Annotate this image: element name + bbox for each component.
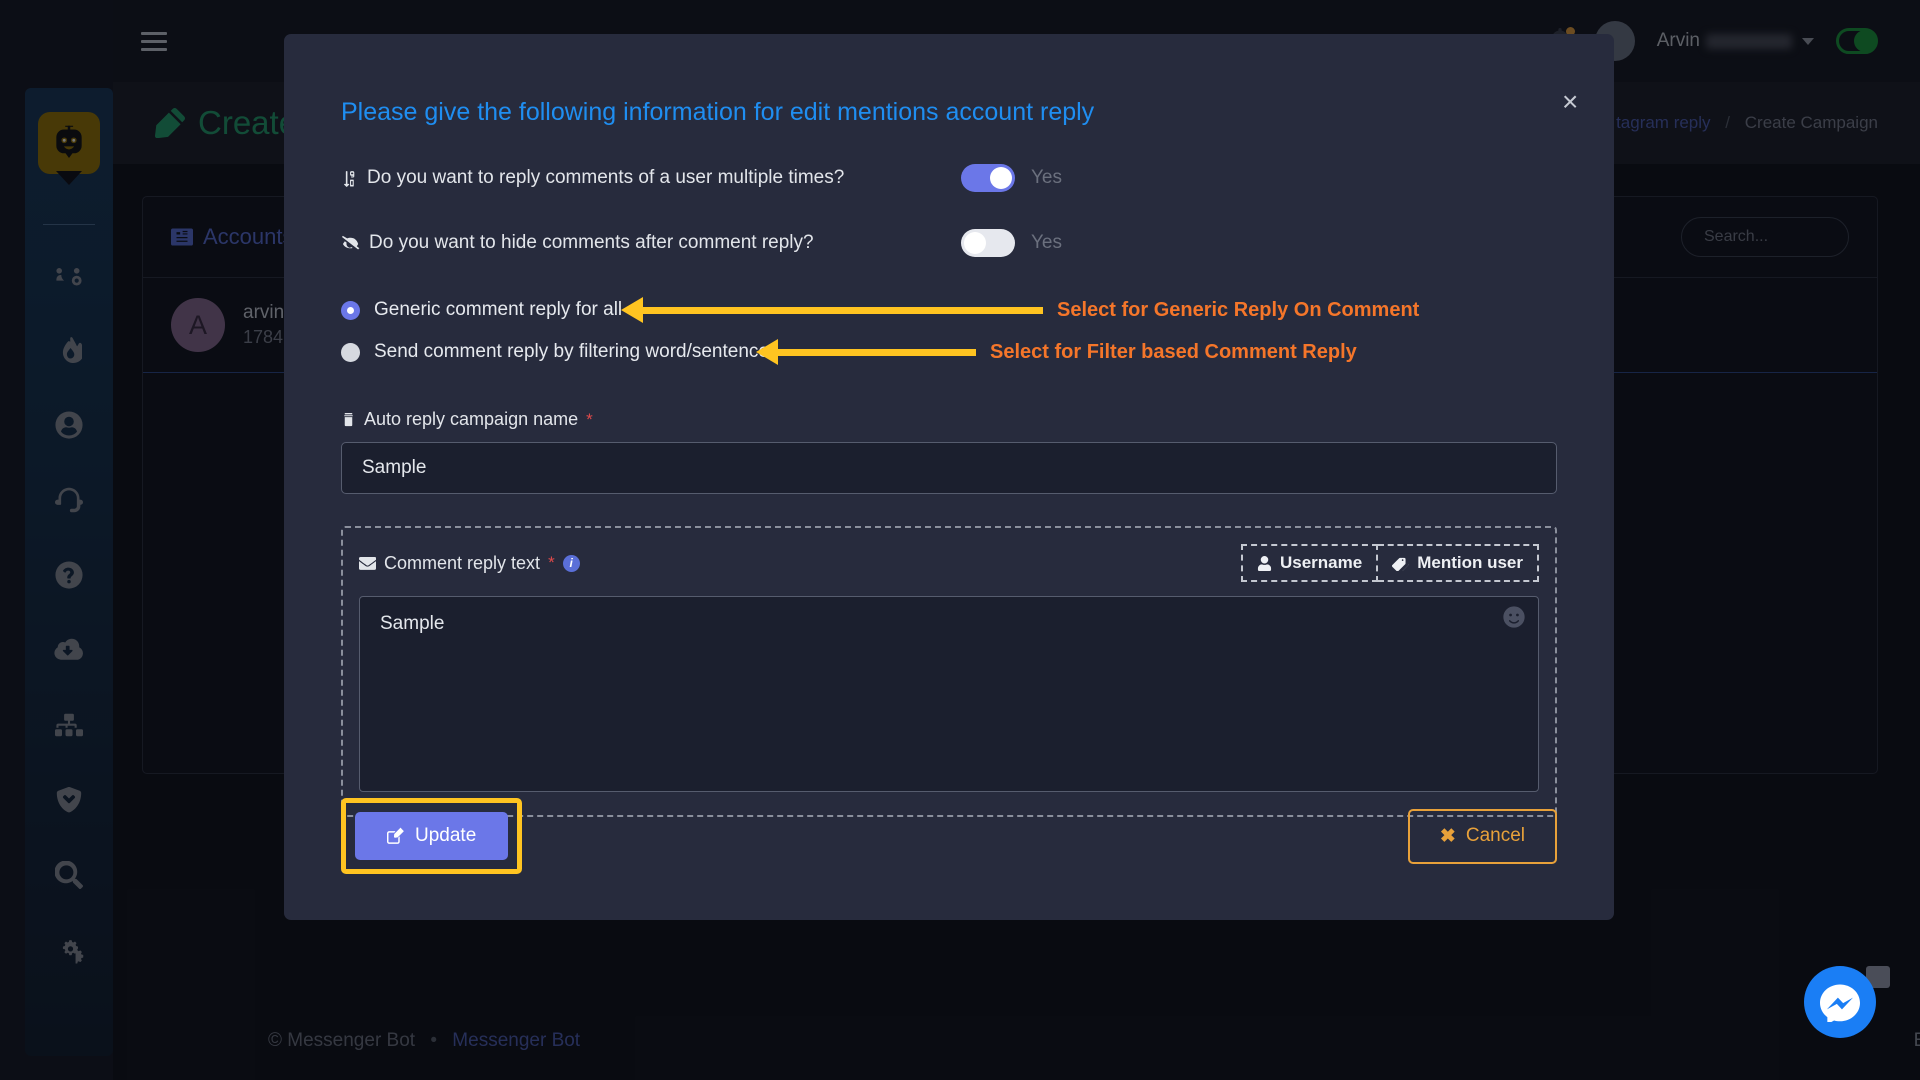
eye-slash-icon xyxy=(342,235,360,249)
question-label-text: Do you want to hide comments after comme… xyxy=(369,232,814,253)
annotation-arrow xyxy=(621,297,1043,323)
annotation-generic: Select for Generic Reply On Comment xyxy=(621,297,1419,323)
question-row-hide-comments: Do you want to hide comments after comme… xyxy=(341,229,1557,257)
radio-label: Generic comment reply for all xyxy=(374,299,623,320)
toggle-hide-comments[interactable] xyxy=(961,229,1015,257)
update-button-highlight: Update xyxy=(341,798,523,874)
annotation-text: Select for Filter based Comment Reply xyxy=(990,340,1357,363)
question-label: Do you want to hide comments after comme… xyxy=(341,232,961,254)
app-root: Create tagram reply / Create Campaign Ac… xyxy=(0,0,1920,1080)
envelope-icon xyxy=(359,556,376,570)
comment-reply-textarea-wrap: Sample xyxy=(359,596,1539,797)
comment-reply-textarea[interactable]: Sample xyxy=(359,596,1539,792)
times-icon: ✖ xyxy=(1439,825,1456,847)
required-mark: * xyxy=(586,409,593,429)
annotation-filter: Select for Filter based Comment Reply xyxy=(756,339,1357,365)
annotation-arrow xyxy=(756,339,976,365)
comment-reply-label: Comment reply text * i xyxy=(359,553,580,574)
tag-icon xyxy=(1392,557,1410,571)
sort-numeric-down-icon xyxy=(344,170,355,187)
insert-username-button[interactable]: Username xyxy=(1240,544,1379,582)
edit-icon xyxy=(387,827,404,844)
radio-generic-comment-reply[interactable] xyxy=(341,300,360,320)
update-button[interactable]: Update xyxy=(355,812,509,860)
campaign-name-label: Auto reply campaign name * xyxy=(341,409,1557,430)
insert-mention-user-button[interactable]: Mention user xyxy=(1378,544,1539,582)
close-icon[interactable]: × xyxy=(1562,88,1584,116)
question-row-multiple-reply: Do you want to reply comments of a user … xyxy=(341,164,1557,192)
comment-reply-header: Comment reply text * i Username Mention … xyxy=(359,544,1539,582)
user-icon xyxy=(1257,555,1272,571)
radio-row-filter: Send comment reply by filtering word/sen… xyxy=(341,335,1557,369)
modal-body: Do you want to reply comments of a user … xyxy=(284,164,1614,817)
radio-row-generic: Generic comment reply for all Select for… xyxy=(341,293,1557,327)
messenger-icon[interactable] xyxy=(1804,966,1876,1038)
insert-username-label: Username xyxy=(1279,553,1363,572)
edit-mentions-modal: × Please give the following information … xyxy=(284,34,1614,920)
campaign-name-input[interactable] xyxy=(341,442,1557,494)
modal-footer: Update ✖ Cancel xyxy=(284,798,1614,920)
insert-mention-user-label: Mention user xyxy=(1417,553,1523,572)
comment-reply-fieldset: Comment reply text * i Username Mention … xyxy=(341,526,1557,817)
modal-title: Please give the following information fo… xyxy=(341,98,1095,126)
info-icon[interactable]: i xyxy=(562,554,580,572)
toggle-label: Yes xyxy=(1031,167,1062,188)
toggle-label: Yes xyxy=(1031,232,1062,253)
question-label-text: Do you want to reply comments of a user … xyxy=(367,167,845,188)
insert-token-buttons: Username Mention user xyxy=(1240,544,1539,582)
campaign-name-label-text: Auto reply campaign name xyxy=(364,409,579,429)
required-mark: * xyxy=(548,553,555,572)
signature-icon xyxy=(344,412,353,427)
reply-mode-radio-group: Generic comment reply for all Select for… xyxy=(341,293,1557,369)
cancel-button-label: Cancel xyxy=(1465,825,1525,846)
cancel-button[interactable]: ✖ Cancel xyxy=(1407,808,1557,864)
toggle-reply-multiple-times[interactable] xyxy=(961,164,1015,192)
question-label: Do you want to reply comments of a user … xyxy=(341,167,961,189)
annotation-text: Select for Generic Reply On Comment xyxy=(1057,298,1420,321)
update-button-label: Update xyxy=(415,825,477,846)
radio-label: Send comment reply by filtering word/sen… xyxy=(374,341,769,362)
radio-filter-comment-reply[interactable] xyxy=(341,342,360,362)
emoji-icon[interactable] xyxy=(1503,606,1525,633)
comment-reply-label-text: Comment reply text xyxy=(384,552,541,573)
